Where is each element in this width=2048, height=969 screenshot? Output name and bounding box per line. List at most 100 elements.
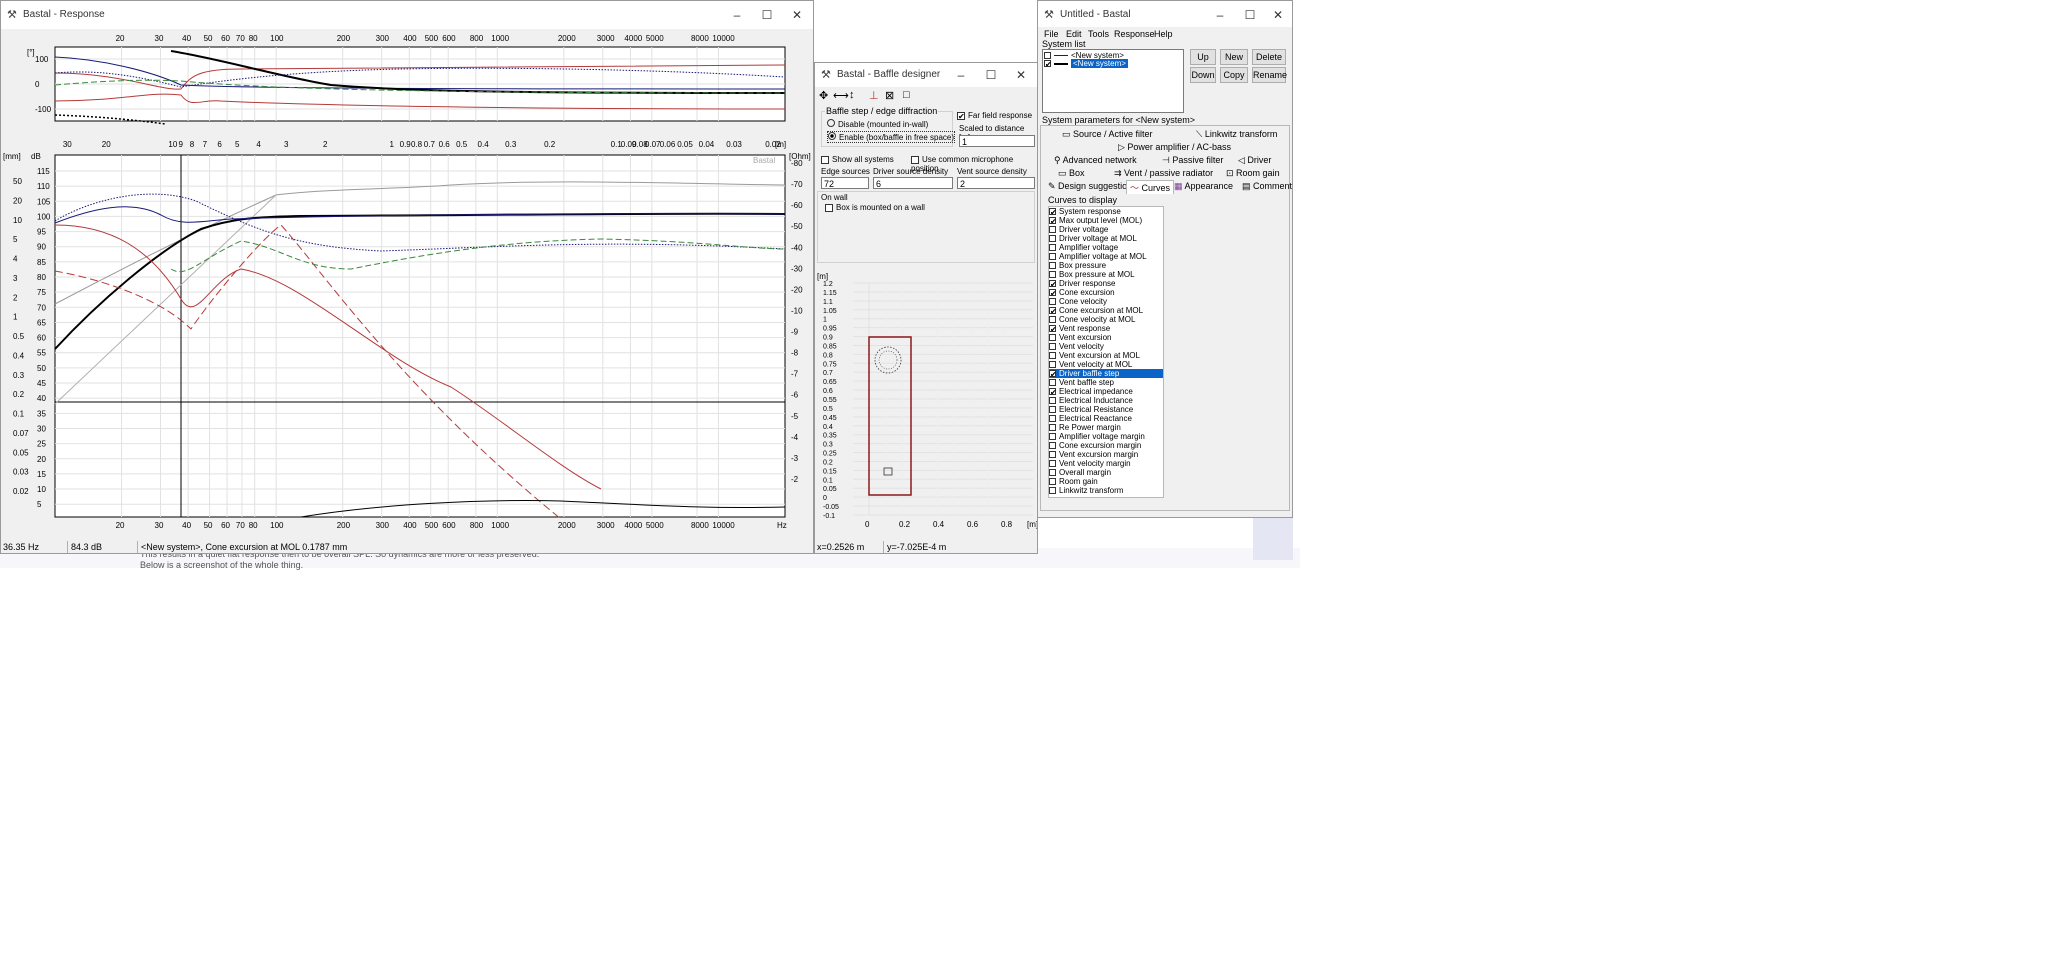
minimize-button[interactable]: – — [947, 65, 975, 85]
curve-checkbox[interactable] — [1049, 253, 1056, 261]
radio-enable[interactable]: Enable (box/baffle in free space) — [827, 131, 956, 143]
curve-item[interactable]: Vent velocity — [1049, 342, 1163, 351]
curve-checkbox[interactable]: ✔ — [1049, 388, 1057, 397]
curve-item[interactable]: Amplifier voltage — [1049, 243, 1163, 252]
tab-room[interactable]: ⊡ Room gain — [1226, 168, 1280, 179]
curve-checkbox[interactable] — [1049, 433, 1056, 441]
curve-item[interactable]: ✔ Driver response — [1049, 279, 1163, 289]
curve-item[interactable]: Vent velocity margin — [1049, 459, 1163, 468]
edge-sources-input[interactable]: 72 — [821, 177, 869, 189]
tab-curves[interactable]: 〜 Curves — [1126, 180, 1175, 194]
curve-item[interactable]: Box pressure — [1049, 261, 1163, 270]
curve-item[interactable]: ✔ System response — [1049, 207, 1163, 217]
curve-checkbox[interactable] — [1049, 478, 1056, 486]
curve-item[interactable]: Amplifier voltage margin — [1049, 432, 1163, 441]
curve-checkbox[interactable] — [1049, 316, 1056, 324]
maximize-button[interactable]: ☐ — [753, 5, 781, 25]
curve-checkbox[interactable]: ✔ — [1049, 217, 1057, 226]
curve-checkbox[interactable] — [1049, 262, 1056, 270]
close-button[interactable]: ✕ — [1007, 65, 1035, 85]
rectangle-tool-icon[interactable]: □ — [903, 89, 910, 101]
curve-checkbox[interactable] — [1049, 397, 1056, 405]
curve-checkbox[interactable] — [1049, 406, 1056, 414]
copy-button[interactable]: Copy — [1220, 67, 1248, 83]
tab-box[interactable]: ▭ Box — [1058, 168, 1085, 179]
delete-button[interactable]: Delete — [1252, 49, 1286, 65]
radio-disable[interactable]: Disable (mounted in-wall) — [827, 119, 928, 129]
menu-response[interactable]: Response — [1114, 29, 1155, 39]
new-button[interactable]: New — [1220, 49, 1248, 65]
response-plot[interactable]: 30 20 10 9 8 7 6 5 4 3 2 1 0.9 0.8 0.7 0.6 0.5 0.4 0.3 0.2 0… — [1, 129, 813, 539]
curve-item[interactable]: Cone velocity at MOL — [1049, 315, 1163, 324]
system-list-item-selected[interactable]: ✔ <New system> — [1044, 59, 1182, 69]
tab-driver[interactable]: ◁ Driver — [1238, 155, 1271, 166]
close-button[interactable]: ✕ — [783, 5, 811, 25]
curve-item[interactable]: Overall margin — [1049, 468, 1163, 477]
curve-item[interactable]: Re Power margin — [1049, 423, 1163, 432]
curve-checkbox[interactable] — [1049, 235, 1056, 243]
curve-checkbox[interactable] — [1049, 244, 1056, 252]
curve-checkbox[interactable]: ✔ — [1049, 208, 1057, 217]
tab-linkwitz[interactable]: ⟍ Linkwitz transform — [1196, 129, 1277, 140]
curves-list[interactable]: ✔ System response ✔ Max output level (MOL) D… — [1048, 206, 1164, 498]
system-list[interactable]: <New system> ✔ <New system> — [1042, 49, 1184, 113]
curve-item[interactable]: Vent excursion — [1049, 333, 1163, 342]
curve-item[interactable]: Driver voltage — [1049, 225, 1163, 234]
up-button[interactable]: Up — [1190, 49, 1216, 65]
curve-item[interactable]: Driver voltage at MOL — [1049, 234, 1163, 243]
curve-checkbox[interactable]: ✔ — [1049, 307, 1057, 316]
maximize-button[interactable]: ☐ — [977, 65, 1005, 85]
minimize-button[interactable]: – — [723, 5, 751, 25]
vertical-resize-icon[interactable]: ↕ — [849, 89, 855, 101]
driver-tool-icon[interactable]: ⊥ — [869, 89, 879, 102]
curve-checkbox[interactable]: ✔ — [1049, 280, 1057, 289]
curve-item[interactable]: Electrical Reactance — [1049, 414, 1163, 423]
tab-advanced[interactable]: ⚲ Advanced network — [1054, 155, 1137, 166]
curve-checkbox[interactable] — [1049, 334, 1056, 342]
curve-item[interactable]: Vent excursion at MOL — [1049, 351, 1163, 360]
minimize-button[interactable]: – — [1206, 5, 1234, 25]
curve-item[interactable]: Electrical Inductance — [1049, 396, 1163, 405]
move-icon[interactable]: ✥ — [819, 89, 828, 102]
curve-checkbox[interactable] — [1049, 298, 1056, 306]
baffle-plot[interactable]: 1.2 1.15 1.1 1.05 1 0.95 0.90.85 0.8 0.75 0.7 0.65… — [815, 269, 1037, 539]
curve-checkbox[interactable] — [1049, 343, 1056, 351]
curve-checkbox[interactable] — [1049, 460, 1056, 468]
curve-checkbox[interactable] — [1049, 424, 1056, 432]
curve-item[interactable]: ✔ Max output level (MOL) — [1049, 216, 1163, 226]
close-button[interactable]: ✕ — [1264, 5, 1292, 25]
curve-checkbox[interactable] — [1049, 361, 1056, 369]
curve-checkbox[interactable] — [1049, 487, 1056, 495]
tab-passive[interactable]: ⊣ Passive filter — [1162, 155, 1223, 166]
vent-tool-icon[interactable]: ⊠ — [885, 89, 894, 102]
curve-checkbox[interactable] — [1049, 415, 1056, 423]
curve-checkbox[interactable] — [1049, 271, 1056, 279]
menu-help[interactable]: Help — [1154, 29, 1173, 39]
tab-vent[interactable]: ⇉ Vent / passive radiator — [1114, 168, 1213, 179]
vent-density-input[interactable]: 2 — [957, 177, 1035, 189]
curve-checkbox[interactable]: ✔ — [1049, 325, 1057, 334]
horizontal-resize-icon[interactable]: ⟷ — [833, 89, 849, 102]
far-field-checkbox[interactable]: ✔ Far field response — [957, 111, 1032, 120]
tab-appearance[interactable]: ▦ Appearance — [1174, 181, 1233, 192]
curve-checkbox[interactable] — [1049, 352, 1056, 360]
curve-checkbox[interactable] — [1049, 226, 1056, 234]
down-button[interactable]: Down — [1190, 67, 1216, 83]
curve-item[interactable]: ✔ Cone excursion — [1049, 288, 1163, 298]
curve-item[interactable]: Box pressure at MOL — [1049, 270, 1163, 279]
tab-source[interactable]: ▭ Source / Active filter — [1062, 129, 1153, 140]
tab-power[interactable]: ▷ Power amplifier / AC-bass — [1118, 142, 1231, 153]
curve-checkbox[interactable] — [1049, 379, 1056, 387]
curve-item[interactable]: Cone excursion margin — [1049, 441, 1163, 450]
driver-density-input[interactable]: 6 — [873, 177, 953, 189]
curve-item[interactable]: Vent baffle step — [1049, 378, 1163, 387]
menu-file[interactable]: File — [1044, 29, 1059, 39]
maximize-button[interactable]: ☐ — [1236, 5, 1264, 25]
curve-item[interactable]: ✔ Driver baffle step — [1049, 369, 1163, 379]
phase-plot[interactable]: [°] 1000-100 20 30 40 50 60 70 80 100 200 300 400 5… — [1, 29, 813, 127]
curve-item[interactable]: Vent velocity at MOL — [1049, 360, 1163, 369]
curve-checkbox[interactable]: ✔ — [1049, 370, 1057, 379]
curve-item[interactable]: Amplifier voltage at MOL — [1049, 252, 1163, 261]
menu-tools[interactable]: Tools — [1088, 29, 1109, 39]
curve-checkbox[interactable]: ✔ — [1049, 289, 1057, 298]
